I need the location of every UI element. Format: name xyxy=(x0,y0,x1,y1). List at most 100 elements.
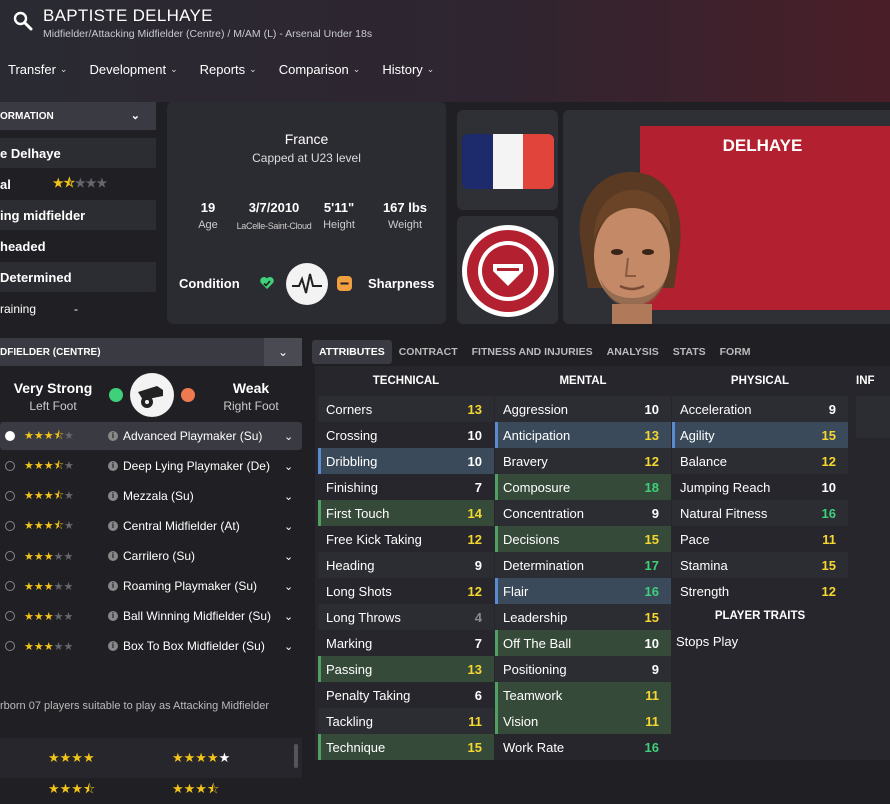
attribute-positioning[interactable]: Positioning 9 xyxy=(495,656,671,682)
nav-reports[interactable]: Reports ⌄ xyxy=(200,62,257,77)
height-label: Height xyxy=(323,219,355,231)
attribute-penalty-taking[interactable]: Penalty Taking 6 xyxy=(318,682,494,708)
role-stars: ★★★★★ xyxy=(24,550,74,563)
attribute-heading[interactable]: Heading 9 xyxy=(318,552,494,578)
role-row[interactable]: ★★★★★ i Roaming Playmaker (Su) ⌄ xyxy=(0,572,302,600)
role-row[interactable]: ★★★★★ i Box To Box Midfielder (Su) ⌄ xyxy=(0,632,302,660)
nav-development[interactable]: Development ⌄ xyxy=(89,62,177,77)
role-radio[interactable] xyxy=(5,461,15,471)
attribute-flair[interactable]: Flair 16 xyxy=(495,578,671,604)
attribute-value: 10 xyxy=(644,401,659,417)
role-row[interactable]: ★★★⯪★ i Deep Lying Playmaker (De) ⌄ xyxy=(0,452,302,480)
attribute-finishing[interactable]: Finishing 7 xyxy=(318,474,494,500)
attribute-long-shots[interactable]: Long Shots 12 xyxy=(318,578,494,604)
information-header[interactable]: ORMATION ⌄ xyxy=(0,102,156,130)
tab-form[interactable]: FORM xyxy=(713,340,758,364)
chevron-down-icon[interactable]: ⌄ xyxy=(284,610,302,623)
attribute-long-throws[interactable]: Long Throws 4 xyxy=(318,604,494,630)
info-icon[interactable]: i xyxy=(108,641,118,651)
role-radio[interactable] xyxy=(5,581,15,591)
attribute-dribbling[interactable]: Dribbling 10 xyxy=(318,448,494,474)
attribute-name: Finishing xyxy=(326,479,379,495)
attribute-value: 15 xyxy=(644,609,659,625)
search-icon[interactable] xyxy=(12,10,34,32)
attribute-natural-fitness[interactable]: Natural Fitness 16 xyxy=(672,500,848,526)
role-row[interactable]: ★★★★★ i Ball Winning Midfielder (Su) ⌄ xyxy=(0,602,302,630)
attribute-bravery[interactable]: Bravery 12 xyxy=(495,448,671,474)
attribute-strength[interactable]: Strength 12 xyxy=(672,578,848,604)
attribute-tackling[interactable]: Tackling 11 xyxy=(318,708,494,734)
attribute-technique[interactable]: Technique 15 xyxy=(318,734,494,760)
attribute-concentration[interactable]: Concentration 9 xyxy=(495,500,671,526)
info-icon[interactable]: i xyxy=(108,461,118,471)
chevron-down-icon[interactable]: ⌄ xyxy=(131,109,140,122)
info-icon[interactable]: i xyxy=(108,431,118,441)
info-icon[interactable]: i xyxy=(108,581,118,591)
attribute-jumping-reach[interactable]: Jumping Reach 10 xyxy=(672,474,848,500)
attribute-marking[interactable]: Marking 7 xyxy=(318,630,494,656)
attribute-anticipation[interactable]: Anticipation 13 xyxy=(495,422,671,448)
football-boot-icon xyxy=(130,373,174,417)
france-flag-icon xyxy=(462,134,554,189)
attribute-free-kick-taking[interactable]: Free Kick Taking 12 xyxy=(318,526,494,552)
attribute-name: Work Rate xyxy=(503,739,565,755)
role-position-dropdown[interactable]: ⌄ xyxy=(264,338,302,366)
attribute-pace[interactable]: Pace 11 xyxy=(672,526,848,552)
role-radio[interactable] xyxy=(5,641,15,651)
role-radio[interactable] xyxy=(5,611,15,621)
player-subtitle: Midfielder/Attacking Midfielder (Centre)… xyxy=(43,28,373,40)
chevron-down-icon[interactable]: ⌄ xyxy=(284,640,302,653)
info-icon[interactable]: i xyxy=(108,491,118,501)
nav-comparison[interactable]: Comparison ⌄ xyxy=(279,62,361,77)
chevron-down-icon[interactable]: ⌄ xyxy=(284,460,302,473)
role-row[interactable]: ★★★⯪★ i Advanced Playmaker (Su) ⌄ xyxy=(0,422,302,450)
attribute-work-rate[interactable]: Work Rate 16 xyxy=(495,734,671,760)
tab-attributes[interactable]: ATTRIBUTES xyxy=(312,340,392,364)
info-icon[interactable]: i xyxy=(108,551,118,561)
chevron-down-icon[interactable]: ⌄ xyxy=(284,520,302,533)
tab-stats[interactable]: STATS xyxy=(666,340,713,364)
role-radio[interactable] xyxy=(5,551,15,561)
attribute-name: Marking xyxy=(326,635,373,651)
attribute-corners[interactable]: Corners 13 xyxy=(318,396,494,422)
attribute-name: Technique xyxy=(326,739,386,755)
attribute-vision[interactable]: Vision 11 xyxy=(495,708,671,734)
role-row[interactable]: ★★★⯪★ i Mezzala (Su) ⌄ xyxy=(0,482,302,510)
role-radio[interactable] xyxy=(5,431,15,441)
nav-transfer[interactable]: Transfer ⌄ xyxy=(8,62,67,77)
attribute-determination[interactable]: Determination 17 xyxy=(495,552,671,578)
attribute-aggression[interactable]: Aggression 10 xyxy=(495,396,671,422)
attribute-leadership[interactable]: Leadership 15 xyxy=(495,604,671,630)
role-radio[interactable] xyxy=(5,491,15,501)
chevron-down-icon[interactable]: ⌄ xyxy=(284,430,302,443)
attribute-off-the-ball[interactable]: Off The Ball 10 xyxy=(495,630,671,656)
player-face-icon xyxy=(579,171,681,324)
role-radio[interactable] xyxy=(5,521,15,531)
attribute-first-touch[interactable]: First Touch 14 xyxy=(318,500,494,526)
attribute-agility[interactable]: Agility 15 xyxy=(672,422,848,448)
attribute-stamina[interactable]: Stamina 15 xyxy=(672,552,848,578)
chevron-down-icon[interactable]: ⌄ xyxy=(284,550,302,563)
scrollbar[interactable] xyxy=(294,744,298,768)
attribute-decisions[interactable]: Decisions 15 xyxy=(495,526,671,552)
tab-fitness-and-injuries[interactable]: FITNESS AND INJURIES xyxy=(465,340,600,364)
attribute-crossing[interactable]: Crossing 10 xyxy=(318,422,494,448)
chevron-down-icon[interactable]: ⌄ xyxy=(284,580,302,593)
role-position-header[interactable]: DFIELDER (CENTRE) xyxy=(0,338,302,366)
attribute-acceleration[interactable]: Acceleration 9 xyxy=(672,396,848,422)
attribute-teamwork[interactable]: Teamwork 11 xyxy=(495,682,671,708)
weight-label: Weight xyxy=(387,219,423,231)
info-icon[interactable]: i xyxy=(108,521,118,531)
info-icon[interactable]: i xyxy=(108,611,118,621)
tab-contract[interactable]: CONTRACT xyxy=(392,340,465,364)
info-foot: headed xyxy=(0,238,46,254)
attribute-name: First Touch xyxy=(326,505,390,521)
nav-history[interactable]: History ⌄ xyxy=(382,62,434,77)
attribute-composure[interactable]: Composure 18 xyxy=(495,474,671,500)
role-row[interactable]: ★★★★★ i Carrilero (Su) ⌄ xyxy=(0,542,302,570)
attribute-passing[interactable]: Passing 13 xyxy=(318,656,494,682)
tab-analysis[interactable]: ANALYSIS xyxy=(600,340,666,364)
role-row[interactable]: ★★★⯪★ i Central Midfielder (At) ⌄ xyxy=(0,512,302,540)
chevron-down-icon[interactable]: ⌄ xyxy=(284,490,302,503)
attribute-balance[interactable]: Balance 12 xyxy=(672,448,848,474)
